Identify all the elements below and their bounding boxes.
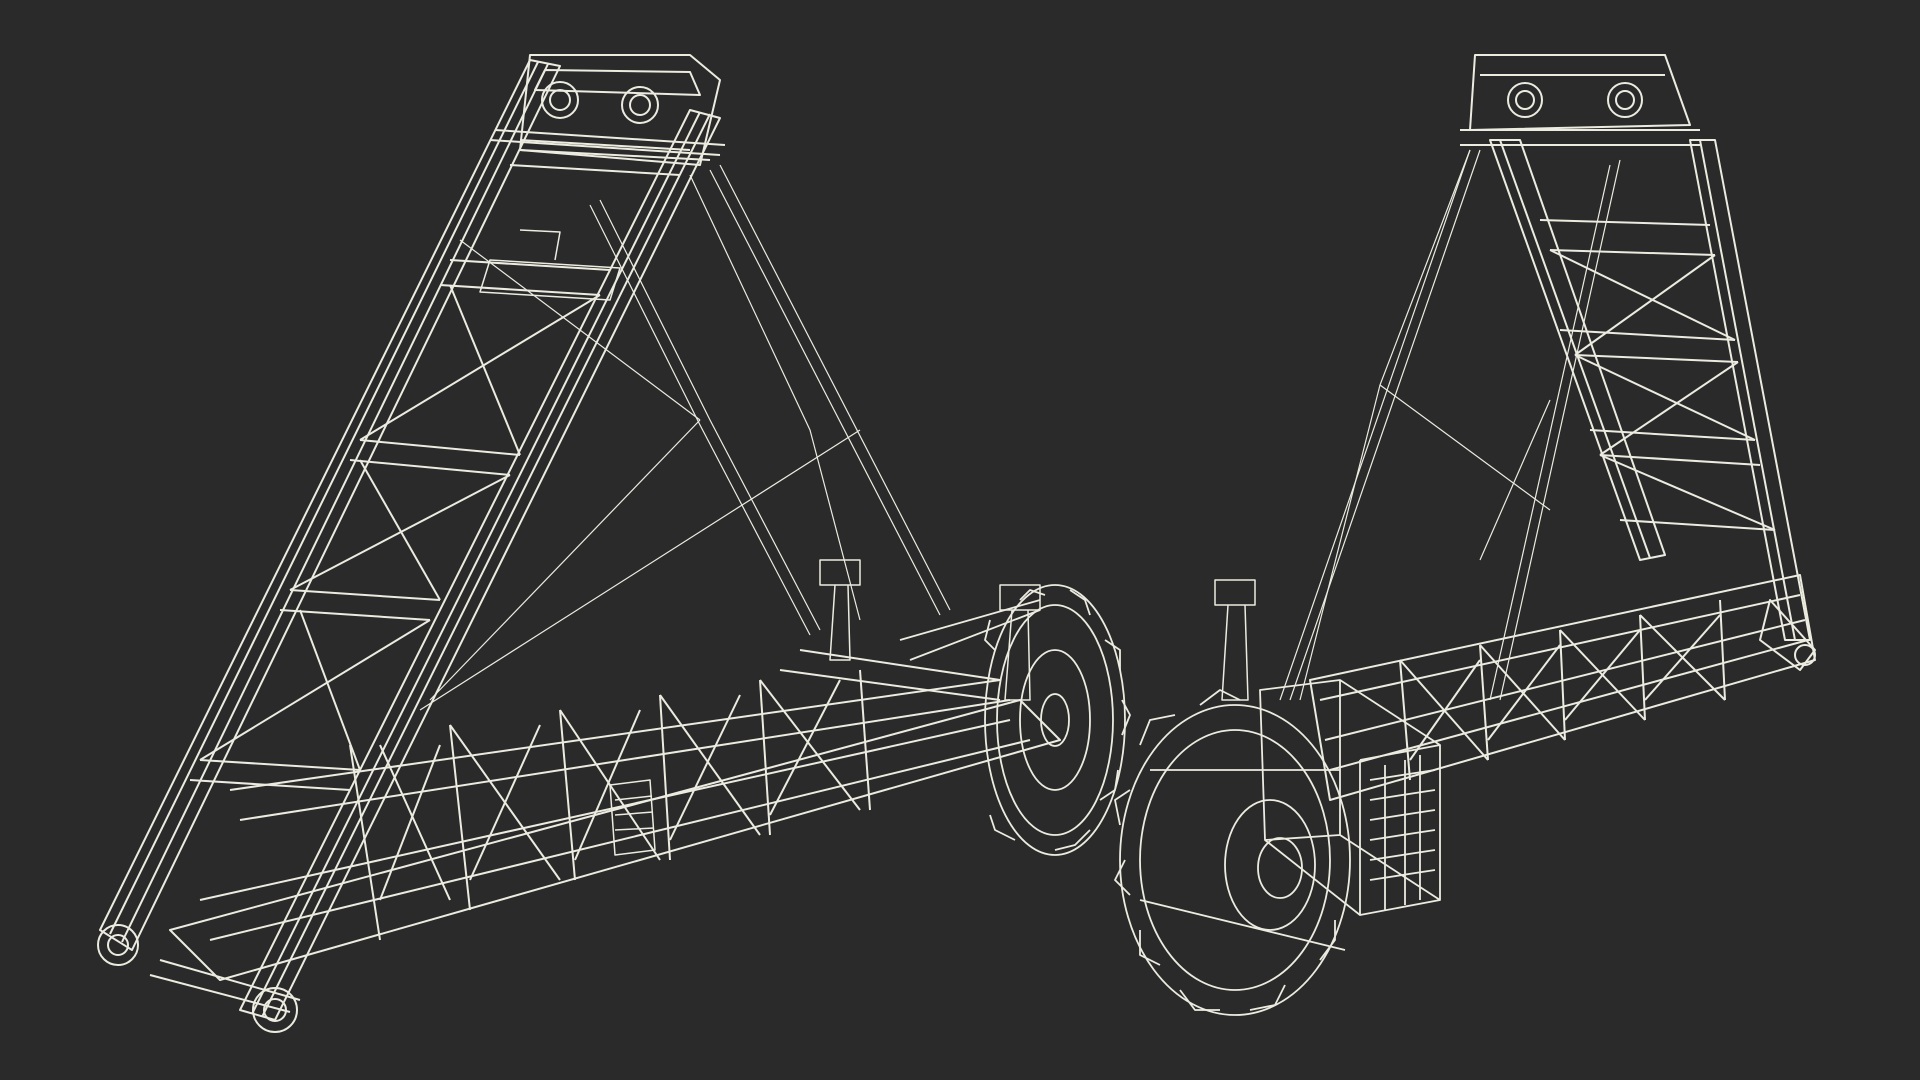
wireframe-scene bbox=[0, 0, 1920, 1080]
render-viewport bbox=[0, 0, 1920, 1080]
